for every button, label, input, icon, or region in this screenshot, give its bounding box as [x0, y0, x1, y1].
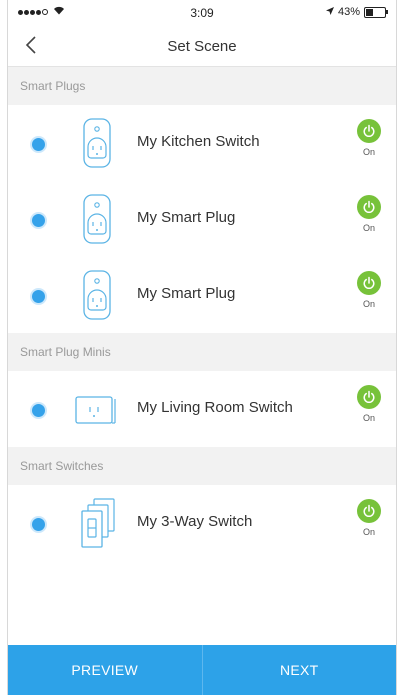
select-radio-button[interactable] [30, 402, 47, 419]
device-row[interactable]: My Kitchen Switch On [8, 105, 396, 181]
section-header: Smart Plug Minis [8, 333, 396, 371]
device-name: My Living Room Switch [137, 399, 293, 416]
device-row[interactable]: My Living Room Switch On [8, 371, 396, 447]
power-icon[interactable] [357, 385, 381, 409]
device-name: My Smart Plug [137, 209, 236, 226]
power-state-label: On [362, 147, 375, 157]
battery-icon [364, 6, 388, 18]
device-row[interactable]: My Smart Plug On [8, 257, 396, 333]
device-name: My Smart Plug [137, 285, 236, 302]
power-toggle[interactable]: On [352, 195, 386, 233]
device-row[interactable]: My Smart Plug On [8, 181, 396, 257]
power-icon[interactable] [357, 499, 381, 523]
power-icon[interactable] [357, 119, 381, 143]
device-list: Smart Plugs My Kitchen Switch On My Smart P… [8, 67, 396, 561]
section-header: Smart Switches [8, 447, 396, 485]
bottom-action-bar: PREVIEW NEXT [8, 645, 396, 695]
page-title: Set Scene [167, 38, 237, 55]
device-row[interactable]: My 3-Way Switch On [8, 485, 396, 561]
smart-plug-icon [68, 117, 124, 169]
power-toggle[interactable]: On [352, 271, 386, 309]
power-icon[interactable] [357, 271, 381, 295]
section-header: Smart Plugs [8, 67, 396, 105]
smart-plug-icon [68, 269, 124, 321]
light-switch-icon [68, 497, 124, 549]
smart-plug-mini-icon [68, 383, 124, 435]
smart-plug-icon [68, 193, 124, 245]
power-toggle[interactable]: On [352, 385, 386, 423]
battery-percent: 43% [337, 6, 360, 18]
preview-button[interactable]: PREVIEW [8, 645, 202, 695]
power-state-label: On [362, 413, 375, 423]
device-name: My Kitchen Switch [137, 133, 260, 150]
battery-indicator: 43% [325, 6, 388, 18]
power-toggle[interactable]: On [352, 499, 386, 537]
power-state-label: On [362, 223, 375, 233]
select-radio-button[interactable] [30, 516, 47, 533]
location-arrow-icon [325, 6, 334, 18]
select-radio-button[interactable] [30, 136, 47, 153]
next-button[interactable]: NEXT [203, 645, 397, 695]
select-radio-button[interactable] [30, 288, 47, 305]
navigation-bar: Set Scene [8, 26, 396, 67]
power-state-label: On [362, 527, 375, 537]
power-icon[interactable] [357, 195, 381, 219]
device-name: My 3-Way Switch [137, 513, 253, 530]
power-toggle[interactable]: On [352, 119, 386, 157]
app-screen: 3:09 43% Set Scene Smart Plugs My Kitchen… [7, 0, 397, 695]
status-bar: 3:09 43% [8, 0, 396, 26]
power-state-label: On [362, 299, 375, 309]
select-radio-button[interactable] [30, 212, 47, 229]
